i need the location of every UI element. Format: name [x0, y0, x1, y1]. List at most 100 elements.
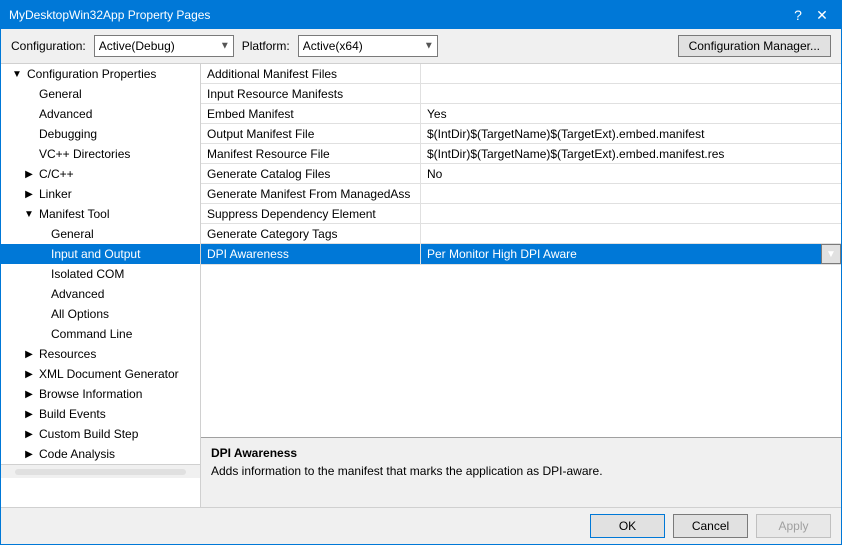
tree-toggle-resources: [21, 346, 37, 362]
window-title: MyDesktopWin32App Property Pages: [9, 8, 210, 22]
tree-label-command-line: Command Line: [49, 327, 132, 341]
prop-name-additional-manifest: Additional Manifest Files: [201, 64, 421, 83]
right-panel: Additional Manifest FilesInput Resource …: [201, 64, 841, 507]
prop-value-input-resource: [421, 84, 841, 103]
prop-row-generate-category[interactable]: Generate Category Tags: [201, 224, 841, 244]
tree-item-mt-general[interactable]: General: [1, 224, 200, 244]
tree-label-xml-doc: XML Document Generator: [37, 367, 179, 381]
tree-label-all-options: All Options: [49, 307, 109, 321]
description-title: DPI Awareness: [211, 446, 831, 460]
tree-item-resources[interactable]: Resources: [1, 344, 200, 364]
prop-name-output-manifest: Output Manifest File: [201, 124, 421, 143]
tree-label-general: General: [37, 87, 82, 101]
prop-row-additional-manifest[interactable]: Additional Manifest Files: [201, 64, 841, 84]
tree-toggle-command-line: [33, 326, 49, 342]
prop-name-embed-manifest: Embed Manifest: [201, 104, 421, 123]
tree-item-debugging[interactable]: Debugging: [1, 124, 200, 144]
tree-toggle-vc-dirs: [21, 146, 37, 162]
tree-item-isolated-com[interactable]: Isolated COM: [1, 264, 200, 284]
tree-toggle-linker: [21, 186, 37, 202]
tree-item-cpp[interactable]: C/C++: [1, 164, 200, 184]
tree-label-isolated-com: Isolated COM: [49, 267, 124, 281]
tree-item-xml-doc[interactable]: XML Document Generator: [1, 364, 200, 384]
tree-item-mt-advanced[interactable]: Advanced: [1, 284, 200, 304]
title-bar-controls: ? ✕: [787, 6, 833, 24]
tree-label-browse-info: Browse Information: [37, 387, 142, 401]
close-button[interactable]: ✕: [811, 6, 833, 24]
tree-panel: Configuration Properties General Advanced D…: [1, 64, 201, 507]
config-manager-button[interactable]: Configuration Manager...: [678, 35, 831, 57]
tree-toggle-debugging: [21, 126, 37, 142]
prop-row-manifest-resource[interactable]: Manifest Resource File$(IntDir)$(TargetN…: [201, 144, 841, 164]
tree-label-cpp: C/C++: [37, 167, 74, 181]
tree-toggle-custom-build: [21, 426, 37, 442]
prop-name-generate-catalog: Generate Catalog Files: [201, 164, 421, 183]
tree-item-general[interactable]: General: [1, 84, 200, 104]
tree-label-mt-general: General: [49, 227, 94, 241]
tree-toggle-build-events: [21, 406, 37, 422]
main-content: Configuration PropertiesGeneralAdvancedD…: [1, 64, 841, 507]
tree-toggle-input-output: [33, 246, 49, 262]
ok-button[interactable]: OK: [590, 514, 665, 538]
prop-name-input-resource: Input Resource Manifests: [201, 84, 421, 103]
tree-toggle-mt-general: [33, 226, 49, 242]
tree-toggle-config-props: [9, 66, 25, 82]
prop-row-generate-catalog[interactable]: Generate Catalog FilesNo: [201, 164, 841, 184]
tree-label-custom-build: Custom Build Step: [37, 427, 138, 441]
tree-toggle-all-options: [33, 306, 49, 322]
cancel-button[interactable]: Cancel: [673, 514, 748, 538]
prop-value-additional-manifest: [421, 64, 841, 83]
scrollbar-track: [15, 469, 186, 475]
tree-label-config-props: Configuration Properties: [25, 67, 156, 81]
config-select[interactable]: Active(Debug): [94, 35, 234, 57]
prop-row-embed-manifest[interactable]: Embed ManifestYes: [201, 104, 841, 124]
prop-row-generate-managed[interactable]: Generate Manifest From ManagedAss: [201, 184, 841, 204]
prop-row-output-manifest[interactable]: Output Manifest File$(IntDir)$(TargetNam…: [201, 124, 841, 144]
tree-item-custom-build[interactable]: Custom Build Step: [1, 424, 200, 444]
prop-value-embed-manifest: Yes: [421, 104, 841, 123]
prop-name-generate-category: Generate Category Tags: [201, 224, 421, 243]
prop-value-generate-managed: [421, 184, 841, 203]
config-label: Configuration:: [11, 39, 86, 53]
tree-item-all-options[interactable]: All Options: [1, 304, 200, 324]
tree-item-vc-dirs[interactable]: VC++ Directories: [1, 144, 200, 164]
help-button[interactable]: ?: [787, 6, 809, 24]
tree-label-linker: Linker: [37, 187, 72, 201]
tree-toggle-mt-advanced: [33, 286, 49, 302]
tree-label-code-analysis: Code Analysis: [37, 447, 115, 461]
prop-row-input-resource[interactable]: Input Resource Manifests: [201, 84, 841, 104]
tree-toggle-cpp: [21, 166, 37, 182]
prop-row-suppress-dep[interactable]: Suppress Dependency Element: [201, 204, 841, 224]
prop-dropdown-dpi-awareness[interactable]: ▼: [821, 244, 841, 264]
prop-value-suppress-dep: [421, 204, 841, 223]
tree-toggle-isolated-com: [33, 266, 49, 282]
platform-label: Platform:: [242, 39, 290, 53]
prop-name-manifest-resource: Manifest Resource File: [201, 144, 421, 163]
prop-name-suppress-dep: Suppress Dependency Element: [201, 204, 421, 223]
platform-select-wrapper: Active(x64) ▼: [298, 35, 438, 57]
platform-select[interactable]: Active(x64): [298, 35, 438, 57]
tree-item-browse-info[interactable]: Browse Information: [1, 384, 200, 404]
tree-toggle-browse-info: [21, 386, 37, 402]
tree-item-advanced[interactable]: Advanced: [1, 104, 200, 124]
tree-item-input-output[interactable]: Input and Output: [1, 244, 200, 264]
props-container: Additional Manifest FilesInput Resource …: [201, 64, 841, 265]
prop-value-generate-catalog: No: [421, 164, 841, 183]
tree-item-manifest-tool[interactable]: Manifest Tool: [1, 204, 200, 224]
button-row: OK Cancel Apply: [1, 507, 841, 544]
apply-button[interactable]: Apply: [756, 514, 831, 538]
tree-item-linker[interactable]: Linker: [1, 184, 200, 204]
prop-value-generate-category: [421, 224, 841, 243]
tree-label-manifest-tool: Manifest Tool: [37, 207, 109, 221]
tree-toggle-general: [21, 86, 37, 102]
tree-item-config-props[interactable]: Configuration Properties: [1, 64, 200, 84]
prop-value-manifest-resource: $(IntDir)$(TargetName)$(TargetExt).embed…: [421, 144, 841, 163]
horizontal-scrollbar[interactable]: [1, 464, 200, 478]
tree-label-advanced: Advanced: [37, 107, 92, 121]
tree-item-code-analysis[interactable]: Code Analysis: [1, 444, 200, 464]
prop-value-dpi-awareness: Per Monitor High DPI Aware: [421, 244, 821, 264]
tree-toggle-xml-doc: [21, 366, 37, 382]
tree-item-build-events[interactable]: Build Events: [1, 404, 200, 424]
tree-item-command-line[interactable]: Command Line: [1, 324, 200, 344]
prop-row-dpi-awareness[interactable]: DPI AwarenessPer Monitor High DPI Aware▼: [201, 244, 841, 265]
